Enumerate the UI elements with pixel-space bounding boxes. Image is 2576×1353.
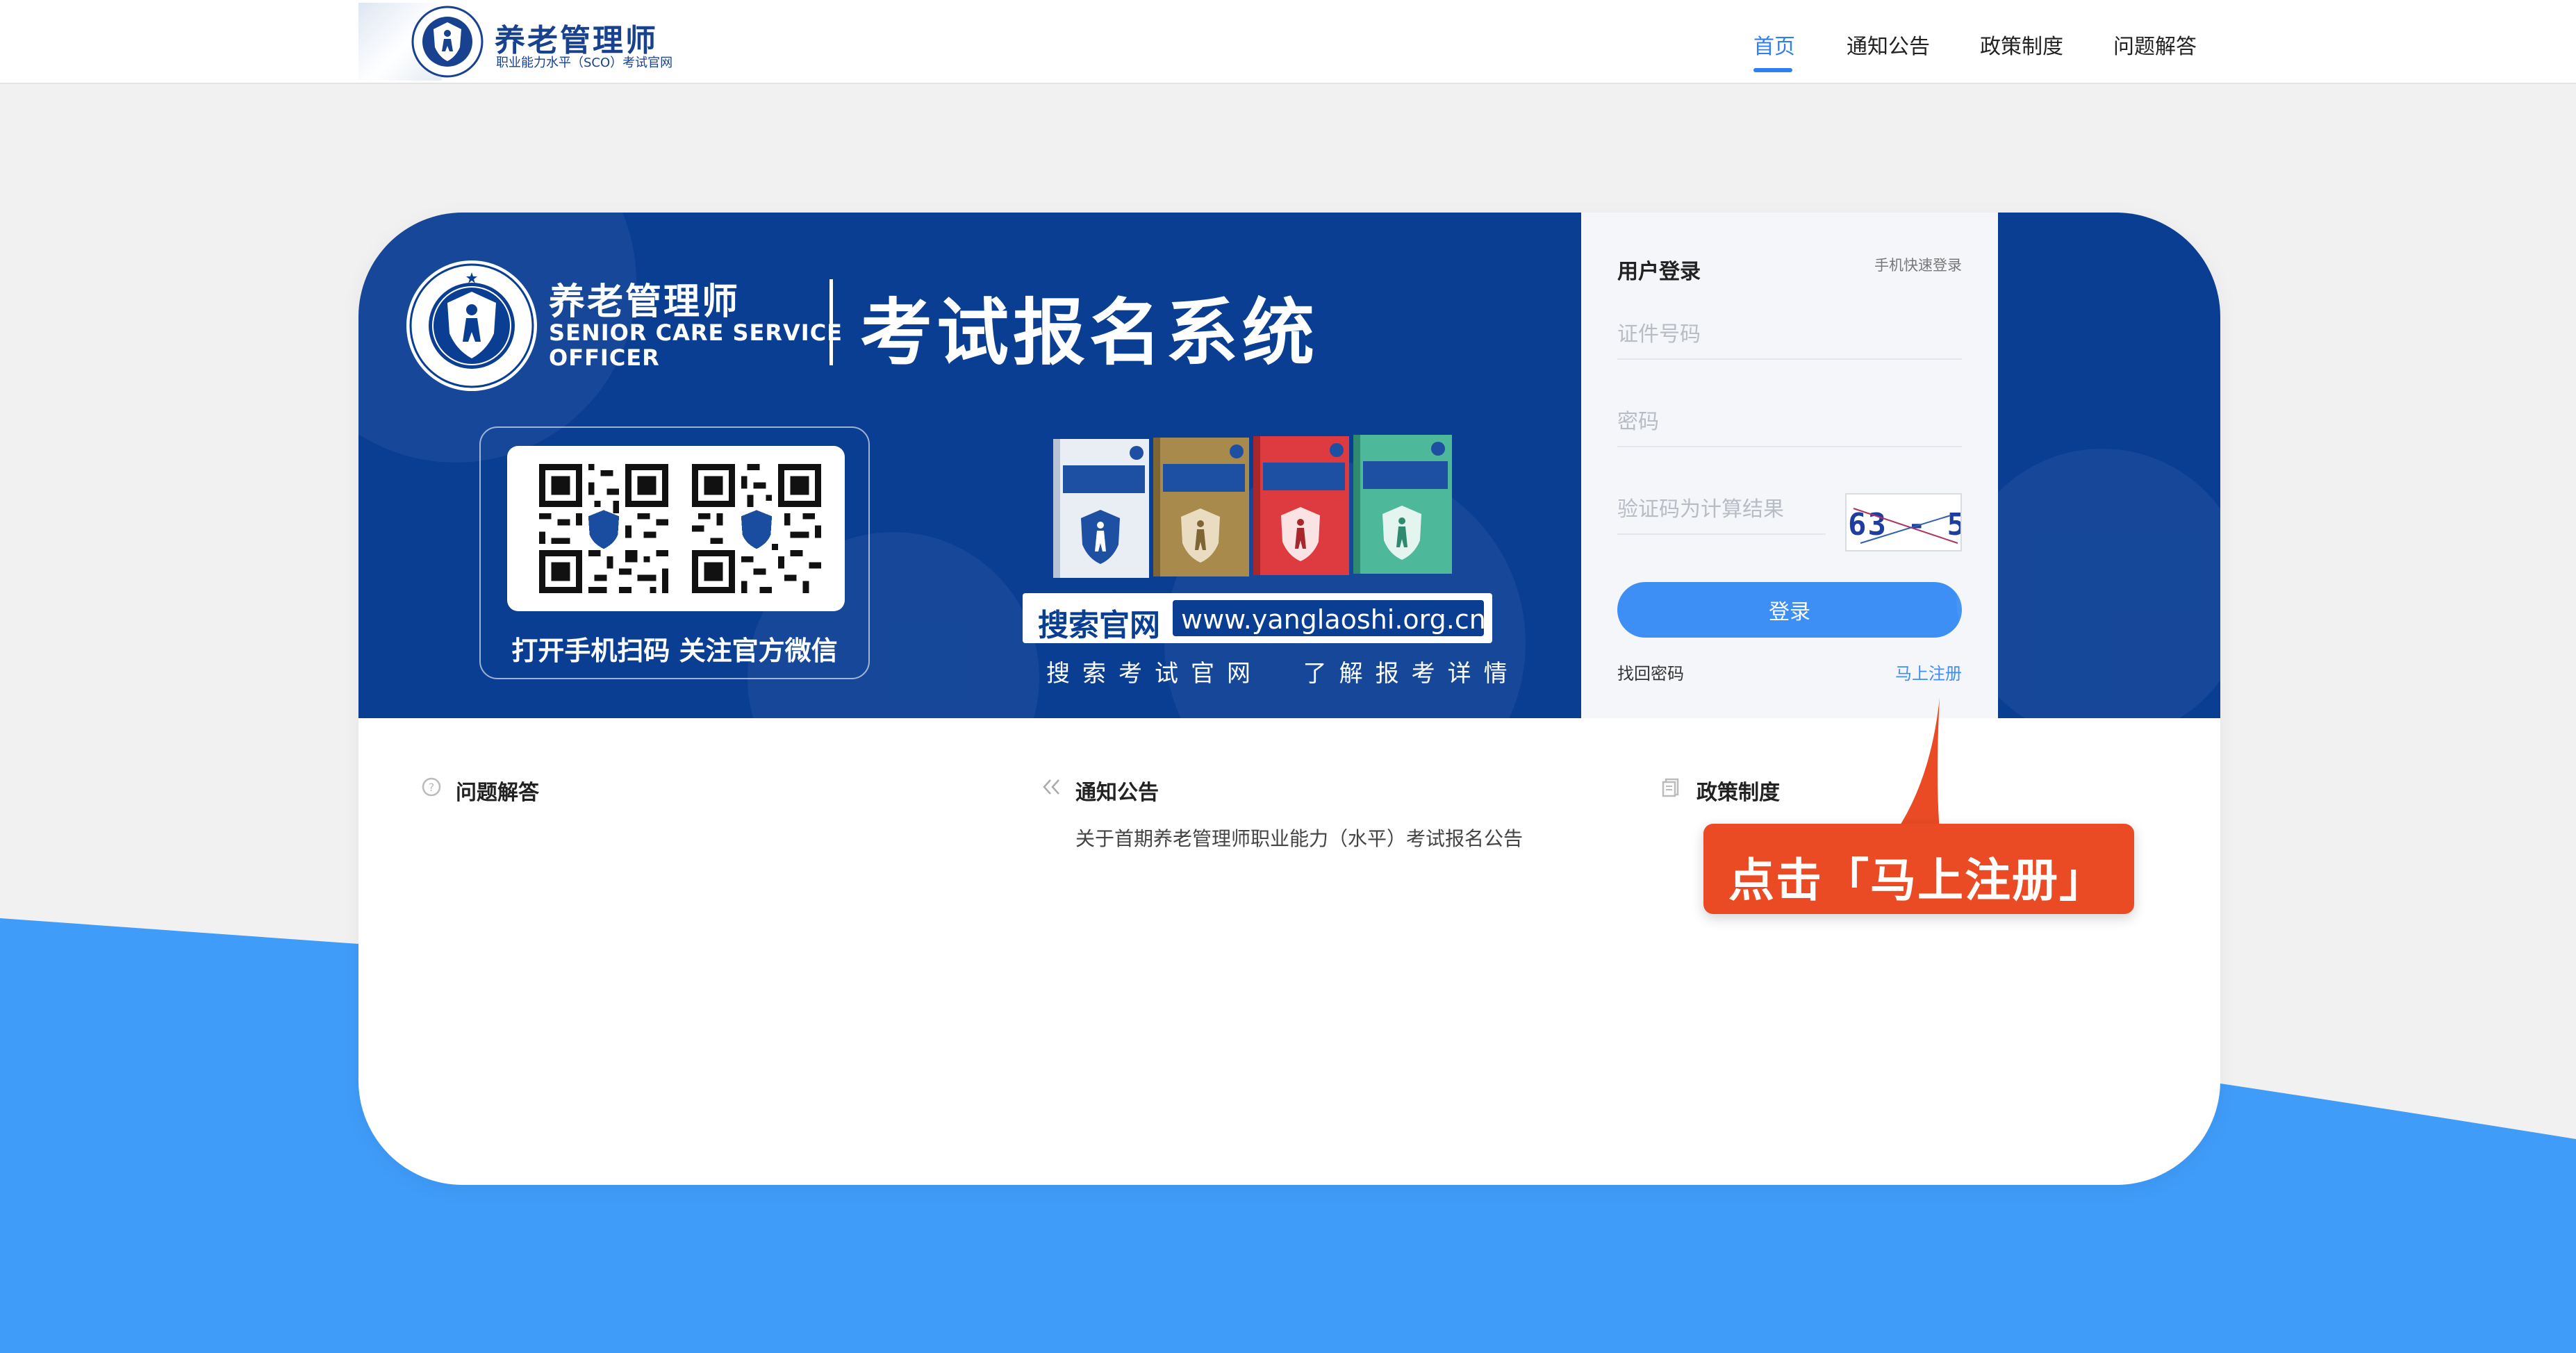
document-icon	[1662, 778, 1679, 797]
banner-english-name: SENIOR CARE SERVICE	[549, 319, 843, 346]
id-number-input[interactable]	[1617, 310, 1962, 360]
banner-system-title: 考试报名系统	[860, 290, 1319, 375]
svg-text:?: ?	[429, 781, 435, 794]
qr-card	[507, 446, 845, 611]
banner-org-name: 养老管理师	[549, 281, 741, 323]
forgot-password-link[interactable]: 找回密码	[1617, 660, 1684, 684]
callout-text: 点击「马上注册」	[1728, 854, 2106, 907]
site-url-pill: www.yanglaoshi.org.cn	[1171, 599, 1486, 638]
hero-banner: 养老管理师 SENIOR CARE SERVICE OFFICER 考试报名系统…	[358, 213, 1581, 718]
nav-active-indicator	[1753, 68, 1792, 72]
nav-notices[interactable]: 通知公告	[1847, 29, 1930, 60]
top-navigation-bar: 养老管理师 职业能力水平（SCO）考试官网 首页 通知公告 政策制度 问题解答	[0, 0, 2576, 84]
textbooks-image	[1053, 435, 1452, 578]
sco-emblem-icon	[411, 6, 484, 78]
captcha-image[interactable]: 63 - 57 = ?	[1845, 493, 1962, 551]
sco-emblem-icon	[406, 260, 537, 391]
search-label: 搜索官网	[1038, 608, 1160, 643]
phone-quick-login-link[interactable]: 手机快速登录	[1874, 254, 1962, 275]
banner-divider	[829, 279, 833, 365]
callout-pointer	[1897, 697, 1940, 831]
password-input[interactable]	[1617, 397, 1962, 447]
site-url: www.yanglaoshi.org.cn	[1181, 604, 1486, 635]
qr-code-icon	[692, 464, 821, 593]
captcha-noise	[1853, 508, 1958, 544]
nav-faq[interactable]: 问题解答	[2113, 29, 2197, 60]
site-logo[interactable]: 养老管理师 职业能力水平（SCO）考试官网	[358, 3, 678, 81]
notice-list-item[interactable]: 关于首期养老管理师职业能力（水平）考试报名公告	[1075, 824, 1523, 852]
login-button[interactable]: 登录	[1617, 582, 1962, 638]
register-callout: 点击「马上注册」	[1703, 824, 2134, 914]
search-subtitle: 搜索考试官网 了解报考详情	[1046, 660, 1520, 688]
wechat-qr-panel: 打开手机扫码 关注官方微信	[479, 426, 870, 679]
qr-caption: 打开手机扫码 关注官方微信	[511, 635, 838, 666]
notice-section-title[interactable]: 通知公告	[1075, 775, 1159, 806]
nav-policies[interactable]: 政策制度	[1980, 29, 2063, 60]
login-panel: 用户登录 手机快速登录 63 - 57 = ? 登录 找回密码 马上注册	[1581, 213, 1998, 718]
double-chevron-left-icon	[1043, 779, 1059, 795]
brand-subtitle: 职业能力水平（SCO）考试官网	[496, 56, 673, 70]
policy-section-title[interactable]: 政策制度	[1696, 775, 1780, 806]
nav-home[interactable]: 首页	[1753, 29, 1795, 60]
captcha-input[interactable]	[1617, 485, 1826, 535]
faq-section-title[interactable]: 问题解答	[456, 775, 539, 806]
qr-code-icon	[539, 464, 668, 593]
login-title: 用户登录	[1617, 260, 1701, 284]
site-search-banner: 搜索官网 www.yanglaoshi.org.cn	[1023, 593, 1492, 643]
banner-english-name-2: OFFICER	[549, 345, 660, 371]
register-link[interactable]: 马上注册	[1895, 660, 1962, 684]
question-circle-icon: ?	[422, 777, 441, 797]
banner-right-edge	[1956, 213, 2220, 740]
